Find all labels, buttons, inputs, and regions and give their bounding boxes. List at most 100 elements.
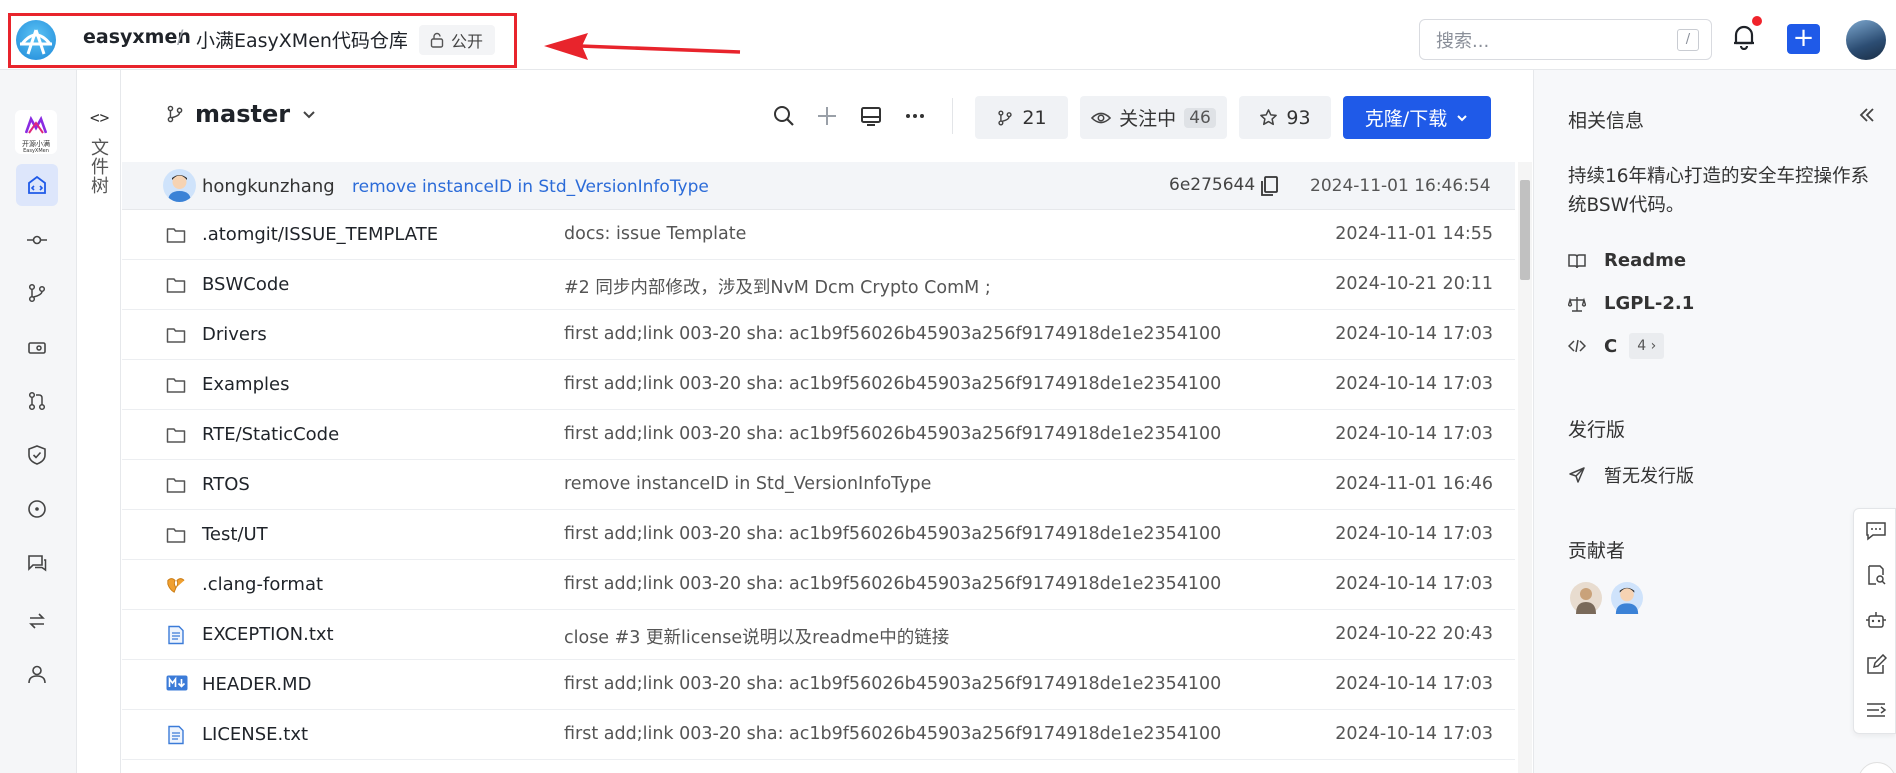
commit-author-avatar[interactable] — [163, 169, 196, 202]
file-name-link[interactable]: RTE/StaticCode — [202, 424, 339, 445]
rail-tags[interactable] — [16, 327, 58, 369]
edit-icon[interactable] — [1865, 654, 1887, 676]
file-name-link[interactable]: .atomgit/ISSUE_TEMPLATE — [202, 224, 438, 245]
file-row[interactable]: RTOS remove instanceID in Std_VersionInfo… — [122, 460, 1515, 510]
commit-message-link[interactable]: remove instanceID in Std_VersionInfoType — [352, 177, 709, 197]
search-doc-icon[interactable] — [1865, 564, 1887, 586]
scrollbar-thumb[interactable] — [1520, 180, 1530, 280]
file-commit-message[interactable]: first add;link 003-20 sha: ac1b9f56026b4… — [564, 674, 1221, 694]
readme-link[interactable]: Readme — [1568, 250, 1686, 271]
rail-members[interactable] — [16, 653, 58, 695]
tree-toggle-icon[interactable]: <> — [90, 108, 109, 127]
outline-list-icon[interactable] — [1865, 699, 1887, 721]
search-input[interactable]: 搜索... / — [1419, 19, 1712, 60]
file-list-scrollbar[interactable] — [1518, 162, 1532, 773]
search-placeholder: 搜索... — [1436, 30, 1490, 52]
folder-icon — [166, 375, 186, 395]
file-commit-message[interactable]: close #3 更新license说明以及readme中的链接 — [564, 624, 949, 649]
file-name-link[interactable]: BSWCode — [202, 274, 289, 295]
file-name-link[interactable]: HEADER.MD — [202, 674, 311, 695]
file-commit-time: 2024-10-14 17:03 — [1335, 574, 1493, 594]
org-logo-text: 开源小满 — [22, 140, 50, 148]
file-commit-message[interactable]: first add;link 003-20 sha: ac1b9f56026b4… — [564, 374, 1221, 394]
user-avatar[interactable] — [1846, 20, 1886, 60]
file-name-link[interactable]: Test/UT — [202, 524, 268, 545]
rail-security[interactable] — [16, 434, 58, 476]
visibility-label: 公开 — [451, 32, 484, 51]
create-new-button[interactable]: + — [1787, 24, 1820, 54]
breadcrumb-owner[interactable]: easyxmen — [83, 26, 191, 48]
file-commit-message[interactable]: #2 同步内部修改，涉及到NvM Dcm Crypto ComM ; — [564, 274, 991, 299]
file-row[interactable]: .atomgit/ISSUE_TEMPLATE docs: issue Templ… — [122, 210, 1515, 260]
top-header: easyxmen / 小满EasyXMen代码仓库 公开 搜索... / + — [0, 0, 1896, 70]
comment-icon[interactable] — [1865, 520, 1887, 542]
file-row[interactable]: BSWCode #2 同步内部修改，涉及到NvM Dcm Crypto ComM … — [122, 260, 1515, 310]
file-commit-message[interactable]: first add;link 003-20 sha: ac1b9f56026b4… — [564, 424, 1221, 444]
file-row[interactable]: Examples first add;link 003-20 sha: ac1b9… — [122, 360, 1515, 410]
file-commit-message[interactable]: first add;link 003-20 sha: ac1b9f56026b4… — [564, 724, 1221, 744]
file-commit-message[interactable]: docs: issue Template — [564, 224, 746, 244]
contributor-avatar[interactable] — [1611, 582, 1643, 614]
repo-description: 持续16年精心打造的安全车控操作系统BSW代码。 — [1568, 166, 1870, 216]
atomgit-logo-icon[interactable] — [16, 20, 56, 60]
lock-open-icon — [430, 32, 444, 48]
clone-download-button[interactable]: 克隆/下载 — [1343, 96, 1491, 139]
file-name-link[interactable]: LICENSE.txt — [202, 724, 308, 745]
rail-issues[interactable] — [16, 488, 58, 530]
copy-icon[interactable] — [1259, 175, 1279, 197]
commit-sha[interactable]: 6e275644 — [1169, 175, 1255, 195]
folder-icon — [166, 275, 186, 295]
file-row[interactable]: Drivers first add;link 003-20 sha: ac1b9f… — [122, 310, 1515, 360]
file-row[interactable]: RTE/StaticCode first add;link 003-20 sha:… — [122, 410, 1515, 460]
watch-button[interactable]: 关注中 46 — [1080, 96, 1227, 139]
commit-icon — [27, 235, 47, 245]
collapse-panel-icon[interactable] — [1858, 106, 1876, 124]
file-row[interactable]: HEADER.MD first add;link 003-20 sha: ac1b… — [122, 660, 1515, 710]
file-commit-message[interactable]: first add;link 003-20 sha: ac1b9f56026b4… — [564, 524, 1221, 544]
file-commit-time: 2024-10-22 20:43 — [1335, 624, 1493, 644]
file-name-link[interactable]: Examples — [202, 374, 289, 395]
branch-selector[interactable]: master — [165, 100, 318, 128]
file-name-link[interactable]: Drivers — [202, 324, 267, 345]
robot-icon[interactable] — [1865, 609, 1887, 631]
rail-code[interactable] — [16, 164, 58, 206]
notification-bell-icon[interactable] — [1732, 24, 1756, 50]
language-link[interactable]: C 4 › — [1568, 333, 1665, 359]
web-ide-icon[interactable] — [859, 104, 883, 128]
search-icon[interactable] — [772, 104, 796, 128]
star-button[interactable]: 93 — [1239, 96, 1331, 139]
file-row[interactable]: .clang-format first add;link 003-20 sha: … — [122, 560, 1515, 610]
file-row[interactable]: Test/UT first add;link 003-20 sha: ac1b9f… — [122, 510, 1515, 560]
file-row[interactable]: LICENSE.txt first add;link 003-20 sha: ac… — [122, 710, 1515, 760]
file-commit-message[interactable]: remove instanceID in Std_VersionInfoType — [564, 474, 931, 494]
file-tree-column: <> 文件树 — [77, 70, 121, 773]
file-commit-message[interactable]: first add;link 003-20 sha: ac1b9f56026b4… — [564, 324, 1221, 344]
rail-pull-requests[interactable] — [16, 380, 58, 422]
file-commit-time: 2024-10-21 20:11 — [1335, 274, 1493, 294]
license-link[interactable]: LGPL-2.1 — [1568, 293, 1694, 314]
add-file-icon[interactable] — [815, 104, 839, 128]
commit-author-name[interactable]: hongkunzhang — [202, 176, 335, 197]
rail-branches[interactable] — [16, 272, 58, 314]
file-name-link[interactable]: .clang-format — [202, 574, 323, 595]
rail-discussions[interactable] — [16, 542, 58, 584]
file-row[interactable]: EXCEPTION.txt close #3 更新license说明以及readm… — [122, 610, 1515, 660]
star-icon — [1260, 109, 1278, 126]
clone-label: 克隆/下载 — [1364, 108, 1448, 130]
file-tree-label[interactable]: 文件树 — [88, 138, 109, 195]
file-name-link[interactable]: EXCEPTION.txt — [202, 624, 334, 645]
folder-icon — [166, 425, 186, 445]
file-commit-time: 2024-10-14 17:03 — [1335, 724, 1493, 744]
left-nav-rail: 开源小满 EasyXMen — [0, 70, 77, 773]
fork-button[interactable]: 21 — [975, 96, 1068, 139]
org-logo[interactable]: 开源小满 EasyXMen — [15, 110, 57, 154]
rail-commits[interactable] — [16, 219, 58, 261]
file-commit-message[interactable]: first add;link 003-20 sha: ac1b9f56026b4… — [564, 574, 1221, 594]
breadcrumb-repo[interactable]: 小满EasyXMen代码仓库 — [196, 26, 408, 53]
contributor-avatar[interactable] — [1570, 582, 1602, 614]
rail-sync[interactable] — [16, 600, 58, 642]
file-name-link[interactable]: RTOS — [202, 474, 250, 495]
send-icon — [1569, 467, 1585, 483]
more-options-icon[interactable] — [903, 104, 927, 128]
language-count-badge[interactable]: 4 › — [1629, 333, 1665, 359]
